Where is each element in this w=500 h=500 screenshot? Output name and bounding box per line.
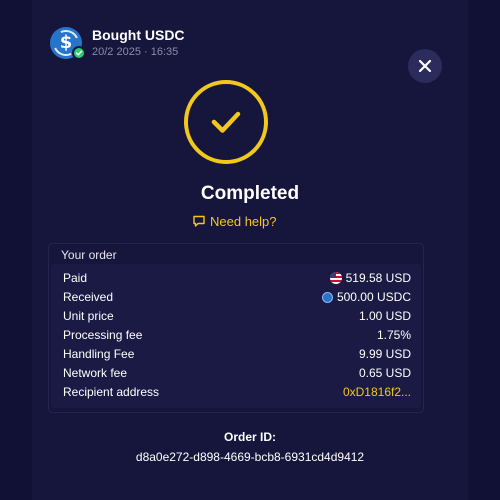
row-label: Recipient address [63,385,160,399]
us-flag-icon [329,272,342,284]
row-label: Received [63,290,114,304]
row-value: 9.99 USD [358,347,411,361]
need-help-link[interactable]: Need help? [192,212,277,230]
row-label: Paid [63,271,88,285]
order-heading: Your order [61,248,117,262]
checkmark-icon [211,111,241,133]
transaction-detail-panel: $ Bought USDC 20/2 2025 · 16:35 Complete… [32,0,468,500]
order-id-value: d8a0e272-d898-4669-bcb8-6931cd4d9412 [135,450,365,464]
transaction-timestamp: 20/2 2025 · 16:35 [92,46,179,58]
order-summary-card: Your order Paid 519.58 USD Received 500.… [48,243,424,413]
order-row-paid: Paid 519.58 USD [63,269,411,287]
order-row-recipient-address: Recipient address 0xD1816f2... [63,383,411,401]
row-value: 519.58 USD [345,271,411,285]
close-button[interactable] [408,49,442,83]
row-value: 500.00 USDC [336,290,411,304]
transaction-header: $ Bought USDC 20/2 2025 · 16:35 [49,24,450,83]
row-label: Processing fee [63,328,143,342]
order-details: Paid 519.58 USD Received 500.00 USDC Uni… [51,264,421,408]
status-check-circle [184,80,268,164]
need-help-label: Need help? [210,213,277,229]
order-row-received: Received 500.00 USDC [63,288,411,306]
check-badge-icon [72,46,86,60]
order-row-handling-fee: Handling Fee 9.99 USD [63,345,411,363]
row-value: 1.75% [376,328,411,342]
row-label: Network fee [63,366,128,380]
close-icon [418,59,432,73]
row-value: 0.65 USD [358,366,411,380]
chat-bubble-icon [193,215,205,227]
row-label: Handling Fee [63,347,135,361]
row-value: 1.00 USD [358,309,411,323]
order-id-label: Order ID: [223,430,276,444]
order-row-network-fee: Network fee 0.65 USD [63,364,411,382]
transaction-title: Bought USDC [92,27,185,43]
recipient-address-link[interactable]: 0xD1816f2... [343,385,411,399]
usdc-coin-icon [321,291,333,303]
order-row-processing-fee: Processing fee 1.75% [63,326,411,344]
order-row-unit-price: Unit price 1.00 USD [63,307,411,325]
status-label: Completed [200,183,300,204]
row-label: Unit price [63,309,114,323]
